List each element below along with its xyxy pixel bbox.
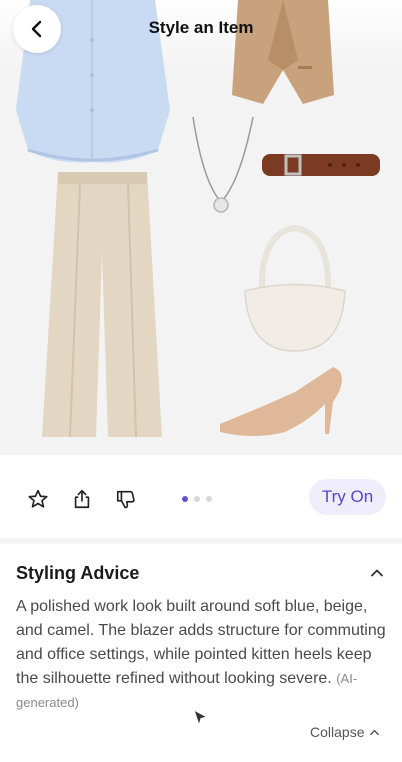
chevron-up-icon <box>371 569 383 577</box>
collapse-button[interactable]: Collapse <box>310 724 380 740</box>
action-bar: Try On <box>0 470 402 528</box>
nude-pumps-image <box>220 367 342 436</box>
white-handbag-image <box>244 224 346 352</box>
favorite-button[interactable] <box>23 484 53 514</box>
share-icon <box>74 489 90 509</box>
brown-belt-image <box>262 154 380 176</box>
page-dot[interactable] <box>194 496 200 502</box>
camel-blazer-image <box>232 0 334 104</box>
page-title: Style an Item <box>148 18 254 37</box>
section-divider <box>0 538 402 544</box>
page-dot[interactable] <box>206 496 212 502</box>
chevron-up-icon <box>370 729 380 735</box>
advice-body-text: A polished work look built around soft b… <box>16 598 386 687</box>
dislike-button[interactable] <box>111 484 141 514</box>
advice-toggle-button[interactable] <box>366 562 388 584</box>
collapse-label: Collapse <box>310 724 365 740</box>
necklace-image <box>192 116 254 213</box>
page-dot-active[interactable] <box>182 496 188 502</box>
try-on-button[interactable]: Try On <box>309 479 386 515</box>
thumbs-down-icon <box>116 490 135 509</box>
share-button[interactable] <box>67 484 97 514</box>
styling-advice-title: Styling Advice <box>16 563 140 583</box>
page-indicator[interactable] <box>182 496 212 502</box>
beige-trousers-image <box>42 172 162 438</box>
star-icon <box>28 489 48 508</box>
styling-advice-text: A polished work look built around soft b… <box>16 595 388 715</box>
mouse-pointer-icon <box>193 708 209 727</box>
outfit-gallery[interactable]: Style an Item <box>0 0 402 455</box>
